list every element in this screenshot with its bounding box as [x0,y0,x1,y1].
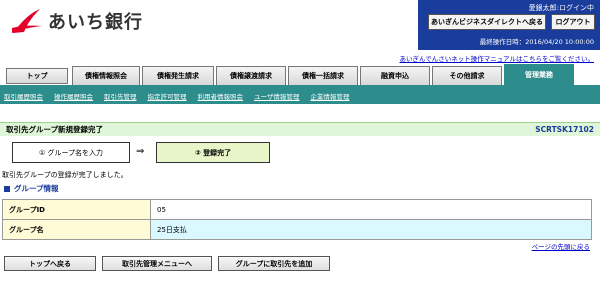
page-title: 取引先グループ新規登録完了 [6,125,104,134]
group-id-label: グループID [2,199,151,220]
group-info-table: グループID 05 グループ名 25日支払 [2,199,592,240]
tab-top[interactable]: トップ [6,68,68,84]
step-registration-complete: ② 登録完了 [156,142,270,163]
tab-management[interactable]: 管理業務 [504,64,574,85]
subnav-company-management[interactable]: 企業情報管理 [310,91,349,101]
subnav-transaction-history[interactable]: 取引履歴照会 [4,91,43,101]
table-row: グループID 05 [2,199,592,220]
bank-name: あいち銀行 [48,12,143,33]
tab-claim-bulk[interactable]: 債権一括請求 [288,66,358,85]
bank-logo: あいち銀行 [10,6,143,36]
subnav-user-management[interactable]: ユーザ情報管理 [254,91,299,101]
logout-button[interactable]: ログアウト [551,14,595,30]
completion-message: 取引先グループの登録が完了しました。 [2,171,128,179]
sub-navigation: 取引履歴照会 操作履歴照会 取引先管理 指定許可管理 利用者情報照会 ユーザ情報… [0,88,600,104]
tab-claim-transfer[interactable]: 債権譲渡請求 [216,66,286,85]
page-top-link[interactable]: ページの先頭に戻る [532,241,590,251]
bank-logo-icon [12,9,42,33]
group-name-label: グループ名 [2,219,151,240]
square-bullet-icon [4,185,10,192]
table-row: グループ名 25日支払 [2,219,592,240]
back-to-direct-button[interactable]: あいぎんビジネスダイレクトへ戻る [428,14,546,30]
subnav-partner-management[interactable]: 取引先管理 [104,91,137,101]
step-arrow-icon: ⇒ [136,146,145,157]
user-panel: 愛銀太郎:ログイン中 あいぎんビジネスダイレクトへ戻る ログアウト 最終操作日時… [418,0,600,50]
tab-claim-inquiry[interactable]: 債権情報照会 [72,66,140,85]
partner-menu-button[interactable]: 取引先管理メニューへ [102,256,212,271]
page-title-bar: 取引先グループ新規登録完了 SCRTSK17102 [0,122,600,136]
step-enter-group-name: ① グループ名を入力 [12,142,130,163]
subnav-user-info[interactable]: 利用者情報照会 [198,91,244,101]
section-title: グループ情報 [14,184,59,193]
main-tab-bar: トップ 債権情報照会 債権発生請求 債権譲渡請求 債権一括請求 融資申込 その他… [0,62,600,88]
user-status: 愛銀太郎:ログイン中 [528,4,594,12]
tab-other-requests[interactable]: その他請求 [432,66,502,85]
subnav-permission-management[interactable]: 指定許可管理 [148,91,187,101]
tab-claim-issue[interactable]: 債権発生請求 [142,66,214,85]
screen-id: SCRTSK17102 [535,125,594,134]
tab-financing[interactable]: 融資申込 [360,66,430,85]
subnav-operation-history[interactable]: 操作履歴照会 [54,91,93,101]
add-partner-to-group-button[interactable]: グループに取引先を追加 [218,256,330,271]
back-to-top-button[interactable]: トップへ戻る [4,256,96,271]
group-id-value: 05 [150,199,592,220]
section-heading: グループ情報 [4,183,59,194]
group-name-value: 25日支払 [150,219,592,240]
last-operation-time: 最終操作日時：2016/04/20 10:00:00 [479,38,594,46]
